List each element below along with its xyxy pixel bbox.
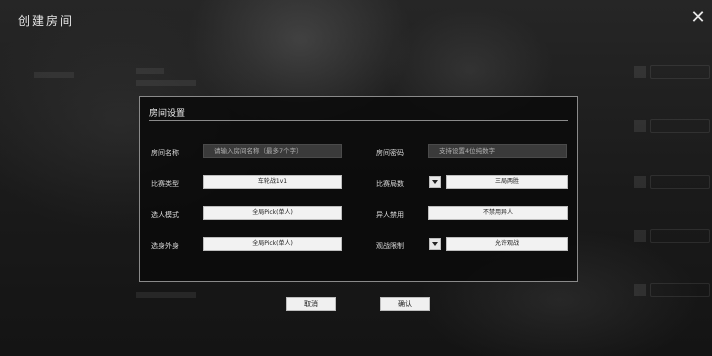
- match-rounds-label: 比赛局数: [376, 180, 404, 188]
- pick-mode-label: 选人模式: [151, 211, 179, 219]
- room-settings-dialog: 房间设置 房间名称 请输入房间名称（最多7个字） 房间密码 支持设置4位纯数字 …: [139, 96, 578, 282]
- ban-mode-field[interactable]: 不禁用异人: [428, 206, 568, 220]
- match-rounds-dropdown-icon[interactable]: [429, 176, 441, 188]
- room-name-input[interactable]: 请输入房间名称（最多7个字）: [203, 144, 342, 158]
- dialog-divider: [149, 120, 568, 121]
- room-password-input[interactable]: 支持设置4位纯数字: [428, 144, 567, 158]
- match-type-field[interactable]: 车轮战1v1: [203, 175, 342, 189]
- match-type-label: 比赛类型: [151, 180, 179, 188]
- ban-mode-label: 异人禁用: [376, 211, 404, 219]
- cancel-button[interactable]: 取消: [286, 297, 336, 311]
- spectate-field[interactable]: 允许观战: [446, 237, 568, 251]
- dialog-title: 房间设置: [149, 109, 186, 119]
- match-rounds-field[interactable]: 三局两胜: [446, 175, 568, 189]
- confirm-button[interactable]: 确认: [380, 297, 430, 311]
- pick-mode-field[interactable]: 全局Pick(单人): [203, 206, 342, 220]
- spectate-label: 观战限制: [376, 242, 404, 250]
- room-name-label: 房间名称: [151, 149, 179, 157]
- skin-mode-field[interactable]: 全局Pick(单人): [203, 237, 342, 251]
- spectate-dropdown-icon[interactable]: [429, 238, 441, 250]
- room-password-label: 房间密码: [376, 149, 404, 157]
- skin-mode-label: 选身外身: [151, 242, 179, 250]
